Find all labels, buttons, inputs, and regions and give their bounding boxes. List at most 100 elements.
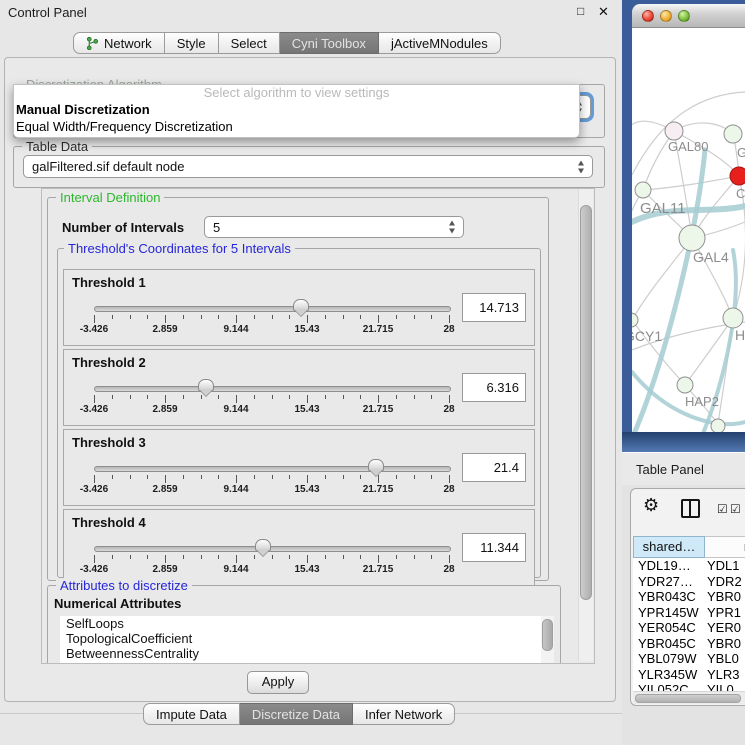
network-node-ga[interactable] (724, 125, 742, 143)
slider-scale-labels: -3.4262.8599.14415.4321.71528 (94, 324, 449, 337)
tab-network[interactable]: Network (73, 32, 165, 54)
cell-shared-name[interactable]: YER054C (633, 620, 705, 636)
threshold-slider-thumb[interactable] (255, 539, 271, 551)
attribute-item-betweennesscentrality[interactable]: BetweennessCentrality (60, 646, 554, 661)
group-title: Table Data (22, 139, 92, 154)
split-columns-icon[interactable] (681, 499, 700, 518)
attributes-items: SelfLoopsTopologicalCoefficientBetweenne… (60, 616, 554, 661)
network-node-gal11[interactable] (635, 182, 651, 198)
table-row[interactable]: YBL079WYBL0 (633, 651, 745, 667)
cell-name[interactable]: YBL0 (705, 651, 739, 667)
settings-scrollbar[interactable] (578, 189, 593, 661)
network-window: GAL80GACGAL11GAL4GCY1HHAP2 (622, 0, 745, 452)
dropdown-item-equal-width-frequency[interactable]: Equal Width/Frequency Discretization (14, 118, 579, 135)
float-window-icon[interactable]: □ (577, 4, 584, 18)
table-panel-titlebar: Table Panel (622, 452, 745, 485)
cell-name[interactable]: YBR0 (705, 636, 741, 652)
number-of-intervals-label: Number of Intervals (62, 220, 184, 235)
cell-shared-name[interactable]: YBR045C (633, 636, 705, 652)
threshold-slider-thumb[interactable] (198, 379, 214, 391)
minimize-light-yellow[interactable] (660, 10, 672, 22)
table-data-combobox[interactable]: galFiltered.sif default node (23, 155, 593, 178)
apply-button[interactable]: Apply (247, 671, 309, 694)
cell-shared-name[interactable]: YBL079W (633, 651, 705, 667)
attributes-scrollbar[interactable] (541, 616, 554, 664)
attribute-item-topologicalcoefficient[interactable]: TopologicalCoefficient (60, 631, 554, 646)
threshold-slider-track[interactable] (94, 466, 451, 472)
tab-select[interactable]: Select (219, 32, 280, 54)
network-node-hap2[interactable] (677, 377, 693, 393)
scrollbar-thumb[interactable] (580, 205, 592, 600)
network-canvas[interactable]: GAL80GACGAL11GAL4GCY1HHAP2 (632, 28, 745, 432)
threshold-slider-thumb[interactable] (293, 299, 309, 311)
threshold-slider-thumb[interactable] (368, 459, 384, 471)
cell-shared-name[interactable]: YDL19… (633, 558, 705, 574)
cell-name[interactable]: YBR0 (705, 589, 741, 605)
dropdown-item-manual-discretization[interactable]: Manual Discretization (14, 101, 579, 118)
node-label: GA (737, 145, 745, 160)
cell-shared-name[interactable]: YIL052C (633, 682, 705, 691)
network-window-titlebar[interactable] (632, 4, 745, 28)
threshold-value-field[interactable]: 21.4 (462, 453, 526, 482)
table-horizontal-scrollbar[interactable] (633, 691, 745, 704)
table-row[interactable]: YLR345WYLR3 (633, 667, 745, 683)
table-header-row: shared… n (633, 536, 745, 558)
tab-jactivemnodules[interactable]: jActiveMNodules (379, 32, 501, 54)
cell-shared-name[interactable]: YLR345W (633, 667, 705, 683)
cell-name[interactable]: YPR1 (705, 605, 741, 621)
network-icon (86, 37, 99, 50)
scale-label: -3.426 (80, 404, 108, 415)
network-node[interactable] (711, 419, 725, 432)
table-row[interactable]: YDL19…YDL1 (633, 558, 745, 574)
gear-icon[interactable]: ⚙ (643, 495, 659, 516)
network-graph[interactable]: GAL80GACGAL11GAL4GCY1HHAP2 (632, 28, 745, 432)
table-row[interactable]: YER054CYER0 (633, 620, 745, 636)
tab-infer-network[interactable]: Infer Network (353, 703, 455, 725)
network-node-c[interactable] (730, 167, 745, 185)
threshold-slider-track[interactable] (94, 546, 451, 552)
checkbox-icon[interactable]: ☑ (717, 502, 728, 516)
cell-shared-name[interactable]: YBR043C (633, 589, 705, 605)
scrollbar-thumb[interactable] (635, 694, 741, 703)
tab-discretize-data[interactable]: Discretize Data (240, 703, 353, 725)
table-row[interactable]: YDR27…YDR2 (633, 574, 745, 590)
threshold-slider-track[interactable] (94, 306, 451, 312)
cell-name[interactable]: YER0 (705, 620, 741, 636)
column-header-name[interactable]: n (705, 536, 745, 558)
column-header-shared-name[interactable]: shared… (633, 536, 705, 558)
scale-label: 15.43 (294, 324, 319, 335)
network-node-h[interactable] (723, 308, 743, 328)
checkbox-icon[interactable]: ☑ (730, 502, 741, 516)
table-row[interactable]: YIL052CYIL0 (633, 682, 745, 691)
cell-name[interactable]: YDR2 (705, 574, 742, 590)
network-node-gal4[interactable] (679, 225, 705, 251)
cell-name[interactable]: YLR3 (705, 667, 740, 683)
stepper-icon (576, 160, 587, 173)
table-row[interactable]: YPR145WYPR1 (633, 605, 745, 621)
scale-label: 28 (443, 324, 454, 335)
table-row[interactable]: YBR045CYBR0 (633, 636, 745, 652)
cell-shared-name[interactable]: YPR145W (633, 605, 705, 621)
close-light-red[interactable] (642, 10, 654, 22)
scrollbar-thumb[interactable] (542, 619, 553, 651)
cell-name[interactable]: YIL0 (705, 682, 734, 691)
threshold-value-field[interactable]: 11.344 (462, 533, 526, 562)
zoom-light-green[interactable] (678, 10, 690, 22)
threshold-value-field[interactable]: 6.316 (462, 373, 526, 402)
cell-shared-name[interactable]: YDR27… (633, 574, 705, 590)
tab-style[interactable]: Style (165, 32, 219, 54)
network-node-gcy1[interactable] (632, 313, 638, 327)
tab-cyni-toolbox[interactable]: Cyni Toolbox (280, 32, 379, 54)
attribute-item-selfloops[interactable]: SelfLoops (60, 616, 554, 631)
scale-label: 15.43 (294, 404, 319, 415)
threshold-panel: Threshold 4-3.4262.8599.14415.4321.71528… (63, 509, 535, 586)
close-panel-icon[interactable]: ✕ (598, 4, 609, 20)
cell-name[interactable]: YDL1 (705, 558, 740, 574)
node-label: GAL80 (668, 139, 708, 154)
threshold-slider-track[interactable] (94, 386, 451, 392)
tab-impute-data[interactable]: Impute Data (143, 703, 240, 725)
network-node-gal80[interactable] (665, 122, 683, 140)
table-row[interactable]: YBR043CYBR0 (633, 589, 745, 605)
number-of-intervals-spinner[interactable]: 5 (204, 216, 464, 238)
threshold-value-field[interactable]: 14.713 (462, 293, 526, 322)
